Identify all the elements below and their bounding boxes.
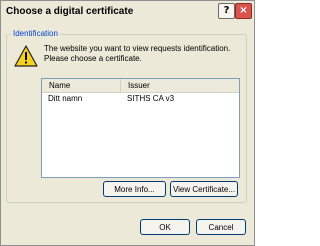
dialog-title: Choose a digital certificate [6,6,134,17]
column-header-name[interactable]: Name [42,79,121,92]
list-header: Name Issuer [42,79,239,93]
cert-name-cell: Ditt namn [48,94,83,103]
title-bar: Choose a digital certificate ? × [1,1,254,21]
help-button[interactable]: ? [218,3,235,19]
warning-icon [14,45,38,67]
view-certificate-button[interactable]: View Certificate... [170,181,238,197]
column-header-issuer[interactable]: Issuer [121,79,239,92]
more-info-button[interactable]: More Info... [103,181,166,197]
certificate-list[interactable]: Name Issuer Ditt namn SITHS CA v3 [41,78,240,178]
message-line-1: The website you want to view requests id… [44,44,231,53]
cert-issuer-cell: SITHS CA v3 [127,94,175,103]
cancel-button[interactable]: Cancel [196,219,246,235]
certificate-row[interactable]: Ditt namn SITHS CA v3 [42,93,239,105]
close-button[interactable]: × [235,3,252,19]
help-icon: ? [223,5,230,16]
message-text: The website you want to view requests id… [44,44,244,64]
ok-button[interactable]: OK [140,219,190,235]
close-icon: × [239,5,248,16]
groupbox-label: Identification [11,29,60,38]
message-line-2: Please choose a certificate. [44,54,142,63]
